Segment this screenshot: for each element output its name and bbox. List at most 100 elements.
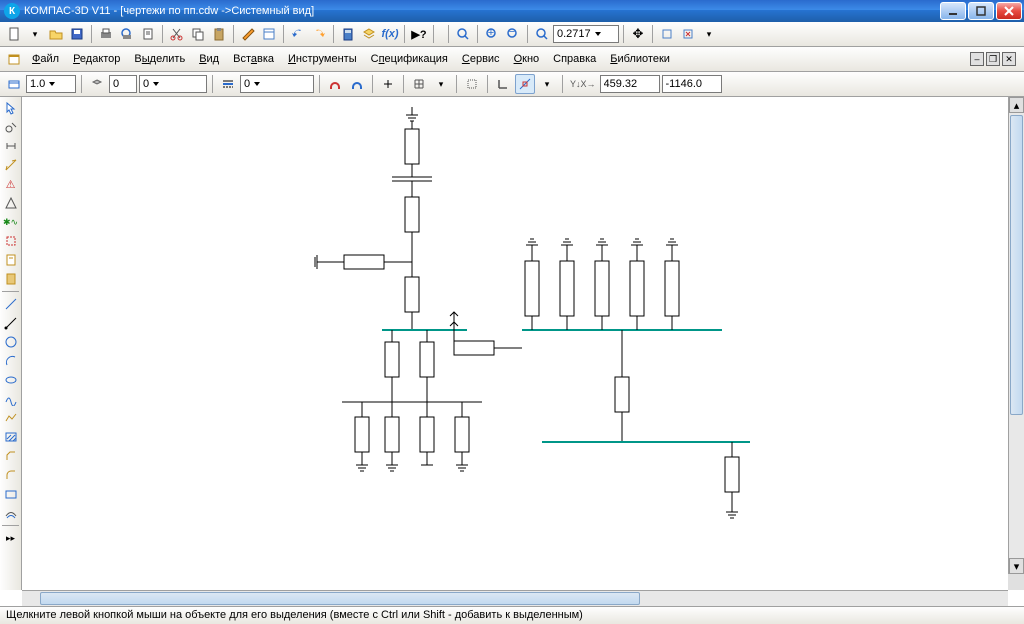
layers-button[interactable]: [359, 24, 379, 44]
mdi-close[interactable]: ✕: [1002, 52, 1016, 66]
layer-number-input[interactable]: [109, 75, 137, 93]
menu-libs[interactable]: Библиотеки: [604, 51, 676, 67]
layer-select[interactable]: 0: [139, 75, 207, 93]
copy-button[interactable]: [188, 24, 208, 44]
scroll-v-thumb[interactable]: [1010, 115, 1023, 415]
line2-tool[interactable]: [1, 314, 21, 332]
zoom-value: 0.2717: [557, 28, 591, 40]
open-button[interactable]: [46, 24, 66, 44]
menu-tools[interactable]: Инструменты: [282, 51, 363, 67]
polyline-tool[interactable]: [1, 409, 21, 427]
param-tool[interactable]: [1, 194, 21, 212]
hatch-tool[interactable]: [1, 428, 21, 446]
zoom-in-button[interactable]: +: [482, 24, 502, 44]
app-icon: К: [4, 3, 20, 19]
vertical-scrollbar[interactable]: ▴ ▾: [1008, 97, 1024, 590]
measure-tool[interactable]: ✱∿: [1, 213, 21, 231]
cut-button[interactable]: [167, 24, 187, 44]
scroll-up-arrow[interactable]: ▴: [1009, 97, 1024, 113]
menu-file[interactable]: Файл: [26, 51, 65, 67]
rectangle-tool[interactable]: [1, 485, 21, 503]
menu-service[interactable]: Сервис: [456, 51, 506, 67]
calculator-button[interactable]: [338, 24, 358, 44]
horizontal-scrollbar[interactable]: [22, 590, 1008, 606]
spec-tool[interactable]: [1, 251, 21, 269]
document-button[interactable]: [138, 24, 158, 44]
line-tool[interactable]: [1, 295, 21, 313]
undo-button[interactable]: [288, 24, 308, 44]
line-style-button[interactable]: [218, 74, 238, 94]
dimension-tool[interactable]: [1, 137, 21, 155]
print-button[interactable]: [96, 24, 116, 44]
scroll-h-thumb[interactable]: [40, 592, 640, 605]
help-cursor-button[interactable]: ▶?: [409, 24, 429, 44]
drawing-canvas[interactable]: [22, 97, 1008, 590]
zoom-value-input[interactable]: 0.2717: [553, 25, 619, 43]
zoom-fit-button[interactable]: [453, 24, 473, 44]
snap-dropdown[interactable]: ▾: [537, 74, 557, 94]
mdi-minimize[interactable]: –: [970, 52, 984, 66]
view-state-button[interactable]: [4, 74, 24, 94]
line-style-select[interactable]: 0: [240, 75, 314, 93]
ellipse-tool[interactable]: [1, 371, 21, 389]
select-tool[interactable]: [1, 99, 21, 117]
snap-mode-button[interactable]: [515, 74, 535, 94]
offset-tool[interactable]: [1, 504, 21, 522]
ortho-button[interactable]: [493, 74, 513, 94]
menu-editor[interactable]: Редактор: [67, 51, 126, 67]
refresh-button[interactable]: [678, 24, 698, 44]
param-button[interactable]: [378, 74, 398, 94]
pan-button[interactable]: ✥: [628, 24, 648, 44]
geometry-tool[interactable]: [1, 118, 21, 136]
status-text: Щелкните левой кнопкой мыши на объекте д…: [6, 609, 583, 621]
edit-tool[interactable]: ⚠: [1, 175, 21, 193]
new-dropdown[interactable]: ▾: [25, 24, 45, 44]
refresh-dropdown[interactable]: ▾: [699, 24, 719, 44]
selection-tool[interactable]: [1, 232, 21, 250]
maximize-button[interactable]: [968, 2, 994, 20]
brush-button[interactable]: [238, 24, 258, 44]
save-button[interactable]: [67, 24, 87, 44]
text-tool[interactable]: [1, 156, 21, 174]
rebuild-button[interactable]: [657, 24, 677, 44]
menu-spec[interactable]: Спецификация: [365, 51, 454, 67]
zoom-actual-button[interactable]: [532, 24, 552, 44]
properties-button[interactable]: [259, 24, 279, 44]
expand-sidebar[interactable]: ▸▸: [1, 529, 21, 547]
coord-y-input[interactable]: [662, 75, 722, 93]
fillet-tool[interactable]: [1, 466, 21, 484]
coord-x-input[interactable]: [600, 75, 660, 93]
zoom-out-button[interactable]: −: [503, 24, 523, 44]
menu-help[interactable]: Справка: [547, 51, 602, 67]
close-button[interactable]: [996, 2, 1022, 20]
svg-text:+: +: [488, 27, 494, 39]
layer-state-button[interactable]: [87, 74, 107, 94]
chamfer-tool[interactable]: [1, 447, 21, 465]
menu-insert[interactable]: Вставка: [227, 51, 280, 67]
report-tool[interactable]: [1, 270, 21, 288]
new-file-button[interactable]: [4, 24, 24, 44]
mdi-buttons: – ❐ ✕: [970, 52, 1020, 66]
paste-button[interactable]: [209, 24, 229, 44]
menu-icon-button[interactable]: [4, 49, 24, 69]
redo-button[interactable]: [309, 24, 329, 44]
spline-tool[interactable]: [1, 390, 21, 408]
mdi-restore[interactable]: ❐: [986, 52, 1000, 66]
circle-tool[interactable]: [1, 333, 21, 351]
grid-dropdown[interactable]: ▾: [431, 74, 451, 94]
snap-toggle-2[interactable]: [347, 74, 367, 94]
arc-tool[interactable]: [1, 352, 21, 370]
minimize-button[interactable]: [940, 2, 966, 20]
menu-window[interactable]: Окно: [508, 51, 546, 67]
workspace: ⚠ ✱∿ ▸▸: [0, 97, 1024, 590]
snap-box-button[interactable]: [462, 74, 482, 94]
grid-button[interactable]: [409, 74, 429, 94]
snap-toggle-1[interactable]: [325, 74, 345, 94]
menu-view[interactable]: Вид: [193, 51, 225, 67]
variables-button[interactable]: f(x): [380, 24, 400, 44]
menu-select[interactable]: Выделить: [128, 51, 191, 67]
menubar: Файл Редактор Выделить Вид Вставка Инстр…: [0, 47, 1024, 72]
print-preview-button[interactable]: [117, 24, 137, 44]
scroll-down-arrow[interactable]: ▾: [1009, 558, 1024, 574]
scale-input[interactable]: 1.0: [26, 75, 76, 93]
